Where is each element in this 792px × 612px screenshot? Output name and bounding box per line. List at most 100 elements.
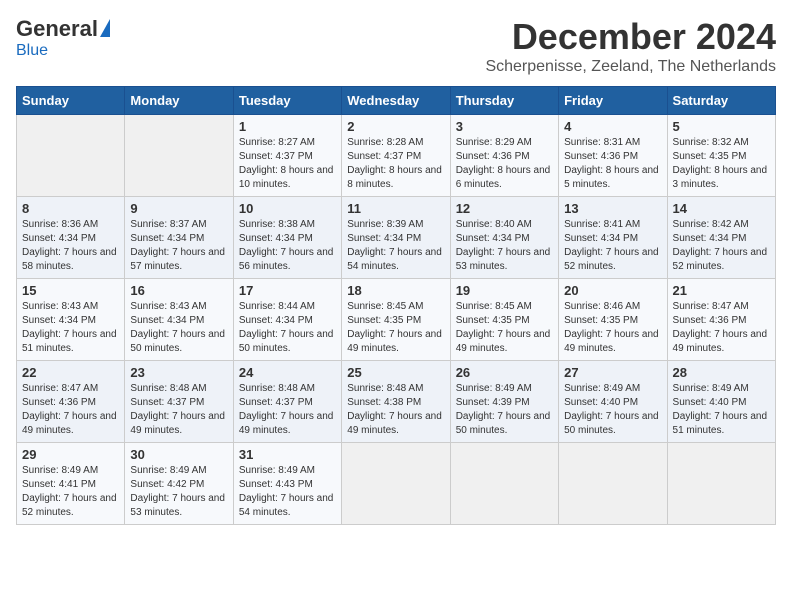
page-header: General Blue December 2024 Scherpenisse,… (16, 16, 776, 76)
day-number: 15 (22, 283, 119, 298)
calendar-cell: 1 Sunrise: 8:27 AMSunset: 4:37 PMDaylight… (233, 115, 341, 197)
calendar-cell: 14 Sunrise: 8:42 AMSunset: 4:34 PMDayligh… (667, 197, 775, 279)
day-info: Sunrise: 8:29 AMSunset: 4:36 PMDaylight:… (456, 136, 553, 192)
day-number: 3 (456, 119, 553, 134)
day-info: Sunrise: 8:45 AMSunset: 4:35 PMDaylight:… (347, 300, 444, 356)
calendar-cell: 13 Sunrise: 8:41 AMSunset: 4:34 PMDayligh… (559, 197, 667, 279)
day-number: 10 (239, 201, 336, 216)
day-info: Sunrise: 8:49 AMSunset: 4:40 PMDaylight:… (564, 382, 661, 438)
day-number: 27 (564, 365, 661, 380)
calendar-table: SundayMondayTuesdayWednesdayThursdayFrid… (16, 86, 776, 525)
calendar-body: 1 Sunrise: 8:27 AMSunset: 4:37 PMDaylight… (17, 115, 776, 525)
calendar-week-row: 15 Sunrise: 8:43 AMSunset: 4:34 PMDayligh… (17, 279, 776, 361)
calendar-cell: 22 Sunrise: 8:47 AMSunset: 4:36 PMDayligh… (17, 361, 125, 443)
day-info: Sunrise: 8:49 AMSunset: 4:40 PMDaylight:… (673, 382, 770, 438)
calendar-week-row: 8 Sunrise: 8:36 AMSunset: 4:34 PMDaylight… (17, 197, 776, 279)
calendar-cell: 26 Sunrise: 8:49 AMSunset: 4:39 PMDayligh… (450, 361, 558, 443)
day-info: Sunrise: 8:49 AMSunset: 4:41 PMDaylight:… (22, 464, 119, 520)
calendar-cell: 3 Sunrise: 8:29 AMSunset: 4:36 PMDaylight… (450, 115, 558, 197)
day-number: 28 (673, 365, 770, 380)
day-info: Sunrise: 8:42 AMSunset: 4:34 PMDaylight:… (673, 218, 770, 274)
weekday-header-row: SundayMondayTuesdayWednesdayThursdayFrid… (17, 87, 776, 115)
calendar-cell: 21 Sunrise: 8:47 AMSunset: 4:36 PMDayligh… (667, 279, 775, 361)
day-info: Sunrise: 8:32 AMSunset: 4:35 PMDaylight:… (673, 136, 770, 192)
logo: General Blue (16, 16, 110, 60)
calendar-cell (667, 443, 775, 525)
day-info: Sunrise: 8:44 AMSunset: 4:34 PMDaylight:… (239, 300, 336, 356)
title-block: December 2024 Scherpenisse, Zeeland, The… (485, 16, 776, 76)
day-number: 2 (347, 119, 444, 134)
day-info: Sunrise: 8:43 AMSunset: 4:34 PMDaylight:… (130, 300, 227, 356)
day-info: Sunrise: 8:48 AMSunset: 4:37 PMDaylight:… (239, 382, 336, 438)
logo-blue-text: Blue (16, 42, 48, 60)
calendar-cell: 24 Sunrise: 8:48 AMSunset: 4:37 PMDayligh… (233, 361, 341, 443)
day-number: 29 (22, 447, 119, 462)
calendar-week-row: 22 Sunrise: 8:47 AMSunset: 4:36 PMDayligh… (17, 361, 776, 443)
weekday-header-tuesday: Tuesday (233, 87, 341, 115)
day-info: Sunrise: 8:43 AMSunset: 4:34 PMDaylight:… (22, 300, 119, 356)
day-info: Sunrise: 8:40 AMSunset: 4:34 PMDaylight:… (456, 218, 553, 274)
calendar-cell: 10 Sunrise: 8:38 AMSunset: 4:34 PMDayligh… (233, 197, 341, 279)
day-number: 5 (673, 119, 770, 134)
day-info: Sunrise: 8:47 AMSunset: 4:36 PMDaylight:… (673, 300, 770, 356)
weekday-header-saturday: Saturday (667, 87, 775, 115)
weekday-header-thursday: Thursday (450, 87, 558, 115)
calendar-cell: 27 Sunrise: 8:49 AMSunset: 4:40 PMDayligh… (559, 361, 667, 443)
calendar-cell: 25Sunrise: 8:48 AMSunset: 4:38 PMDayligh… (342, 361, 450, 443)
weekday-header-sunday: Sunday (17, 87, 125, 115)
calendar-week-row: 1 Sunrise: 8:27 AMSunset: 4:37 PMDaylight… (17, 115, 776, 197)
day-number: 18 (347, 283, 444, 298)
calendar-cell: 16 Sunrise: 8:43 AMSunset: 4:34 PMDayligh… (125, 279, 233, 361)
day-info: Sunrise: 8:47 AMSunset: 4:36 PMDaylight:… (22, 382, 119, 438)
day-info: Sunrise: 8:27 AMSunset: 4:37 PMDaylight:… (239, 136, 336, 192)
day-number: 22 (22, 365, 119, 380)
day-number: 14 (673, 201, 770, 216)
day-info: Sunrise: 8:28 AMSunset: 4:37 PMDaylight:… (347, 136, 444, 192)
calendar-cell (17, 115, 125, 197)
calendar-header: SundayMondayTuesdayWednesdayThursdayFrid… (17, 87, 776, 115)
day-info: Sunrise: 8:49 AMSunset: 4:42 PMDaylight:… (130, 464, 227, 520)
day-number: 26 (456, 365, 553, 380)
weekday-header-friday: Friday (559, 87, 667, 115)
calendar-cell (559, 443, 667, 525)
day-info: Sunrise: 8:31 AMSunset: 4:36 PMDaylight:… (564, 136, 661, 192)
calendar-cell (342, 443, 450, 525)
day-number: 31 (239, 447, 336, 462)
calendar-cell: 23 Sunrise: 8:48 AMSunset: 4:37 PMDayligh… (125, 361, 233, 443)
day-number: 21 (673, 283, 770, 298)
calendar-week-row: 29 Sunrise: 8:49 AMSunset: 4:41 PMDayligh… (17, 443, 776, 525)
day-number: 9 (130, 201, 227, 216)
day-info: Sunrise: 8:48 AMSunset: 4:37 PMDaylight:… (130, 382, 227, 438)
calendar-cell: 17Sunrise: 8:44 AMSunset: 4:34 PMDayligh… (233, 279, 341, 361)
calendar-cell: 31Sunrise: 8:49 AMSunset: 4:43 PMDayligh… (233, 443, 341, 525)
day-number: 11 (347, 201, 444, 216)
calendar-cell (450, 443, 558, 525)
day-number: 13 (564, 201, 661, 216)
day-info: Sunrise: 8:37 AMSunset: 4:34 PMDaylight:… (130, 218, 227, 274)
day-number: 23 (130, 365, 227, 380)
day-number: 8 (22, 201, 119, 216)
logo-triangle-icon (100, 19, 110, 37)
calendar-cell: 11Sunrise: 8:39 AMSunset: 4:34 PMDayligh… (342, 197, 450, 279)
day-info: Sunrise: 8:45 AMSunset: 4:35 PMDaylight:… (456, 300, 553, 356)
calendar-cell: 15 Sunrise: 8:43 AMSunset: 4:34 PMDayligh… (17, 279, 125, 361)
month-title: December 2024 (485, 16, 776, 58)
day-number: 12 (456, 201, 553, 216)
calendar-cell: 28 Sunrise: 8:49 AMSunset: 4:40 PMDayligh… (667, 361, 775, 443)
calendar-cell (125, 115, 233, 197)
day-info: Sunrise: 8:36 AMSunset: 4:34 PMDaylight:… (22, 218, 119, 274)
weekday-header-monday: Monday (125, 87, 233, 115)
calendar-cell: 20Sunrise: 8:46 AMSunset: 4:35 PMDayligh… (559, 279, 667, 361)
calendar-cell: 19Sunrise: 8:45 AMSunset: 4:35 PMDayligh… (450, 279, 558, 361)
day-info: Sunrise: 8:41 AMSunset: 4:34 PMDaylight:… (564, 218, 661, 274)
day-number: 24 (239, 365, 336, 380)
day-number: 20 (564, 283, 661, 298)
day-info: Sunrise: 8:38 AMSunset: 4:34 PMDaylight:… (239, 218, 336, 274)
logo-general-text: General (16, 16, 98, 42)
day-number: 16 (130, 283, 227, 298)
calendar-cell: 5 Sunrise: 8:32 AMSunset: 4:35 PMDaylight… (667, 115, 775, 197)
day-number: 1 (239, 119, 336, 134)
weekday-header-wednesday: Wednesday (342, 87, 450, 115)
calendar-cell: 4Sunrise: 8:31 AMSunset: 4:36 PMDaylight… (559, 115, 667, 197)
day-info: Sunrise: 8:49 AMSunset: 4:39 PMDaylight:… (456, 382, 553, 438)
